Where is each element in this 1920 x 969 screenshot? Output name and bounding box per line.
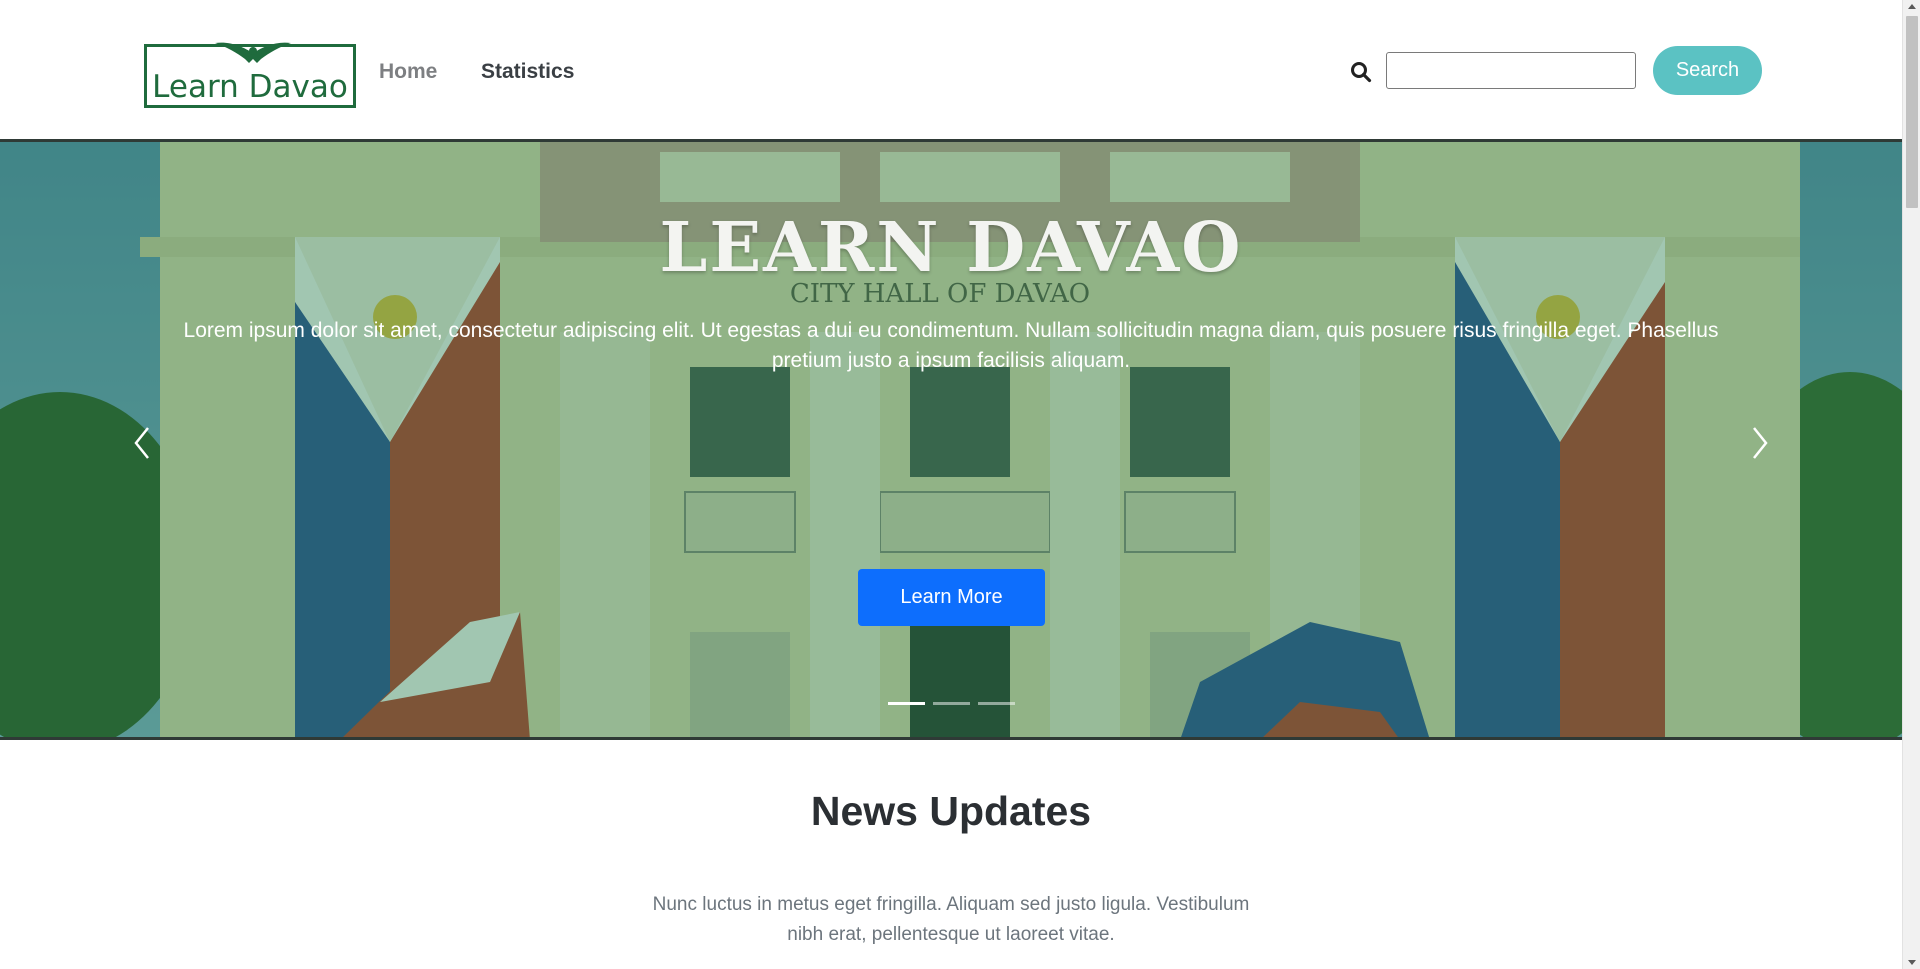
carousel-indicator-1[interactable] <box>888 702 925 705</box>
logo-text: Learn Davao <box>152 69 348 105</box>
search-button[interactable]: Search <box>1653 46 1762 95</box>
site-header: Learn Davao Home Statistics Search <box>0 0 1902 142</box>
carousel-indicators <box>888 702 1015 705</box>
news-updates-heading: News Updates <box>810 788 1092 834</box>
scroll-down-arrow-icon[interactable] <box>1908 960 1916 965</box>
chevron-right-icon[interactable] <box>1744 418 1774 468</box>
nav-statistics[interactable]: Statistics <box>481 60 574 84</box>
search-input[interactable] <box>1386 52 1636 89</box>
hero-carousel: CITY HALL OF DAVAO LEARN DAVAO Lorem ips… <box>0 142 1902 740</box>
learn-more-button[interactable]: Learn More <box>858 569 1045 626</box>
hero-title: LEARN DAVAO <box>659 208 1243 288</box>
scrollbar-thumb[interactable] <box>1906 16 1918 208</box>
carousel-indicator-2[interactable] <box>933 702 970 705</box>
carousel-indicator-3[interactable] <box>978 702 1015 705</box>
scroll-up-arrow-icon[interactable] <box>1908 4 1916 9</box>
eagle-icon <box>215 42 291 63</box>
news-updates-description: Nunc luctus in metus eget fringilla. Ali… <box>652 894 1250 945</box>
hero-description: Lorem ipsum dolor sit amet, consectetur … <box>183 319 1719 372</box>
site-logo[interactable]: Learn Davao <box>144 42 356 108</box>
search-icon <box>1351 62 1372 83</box>
page-scrollbar[interactable] <box>1902 0 1920 969</box>
chevron-left-icon[interactable] <box>128 418 158 468</box>
nav-home[interactable]: Home <box>379 60 437 84</box>
